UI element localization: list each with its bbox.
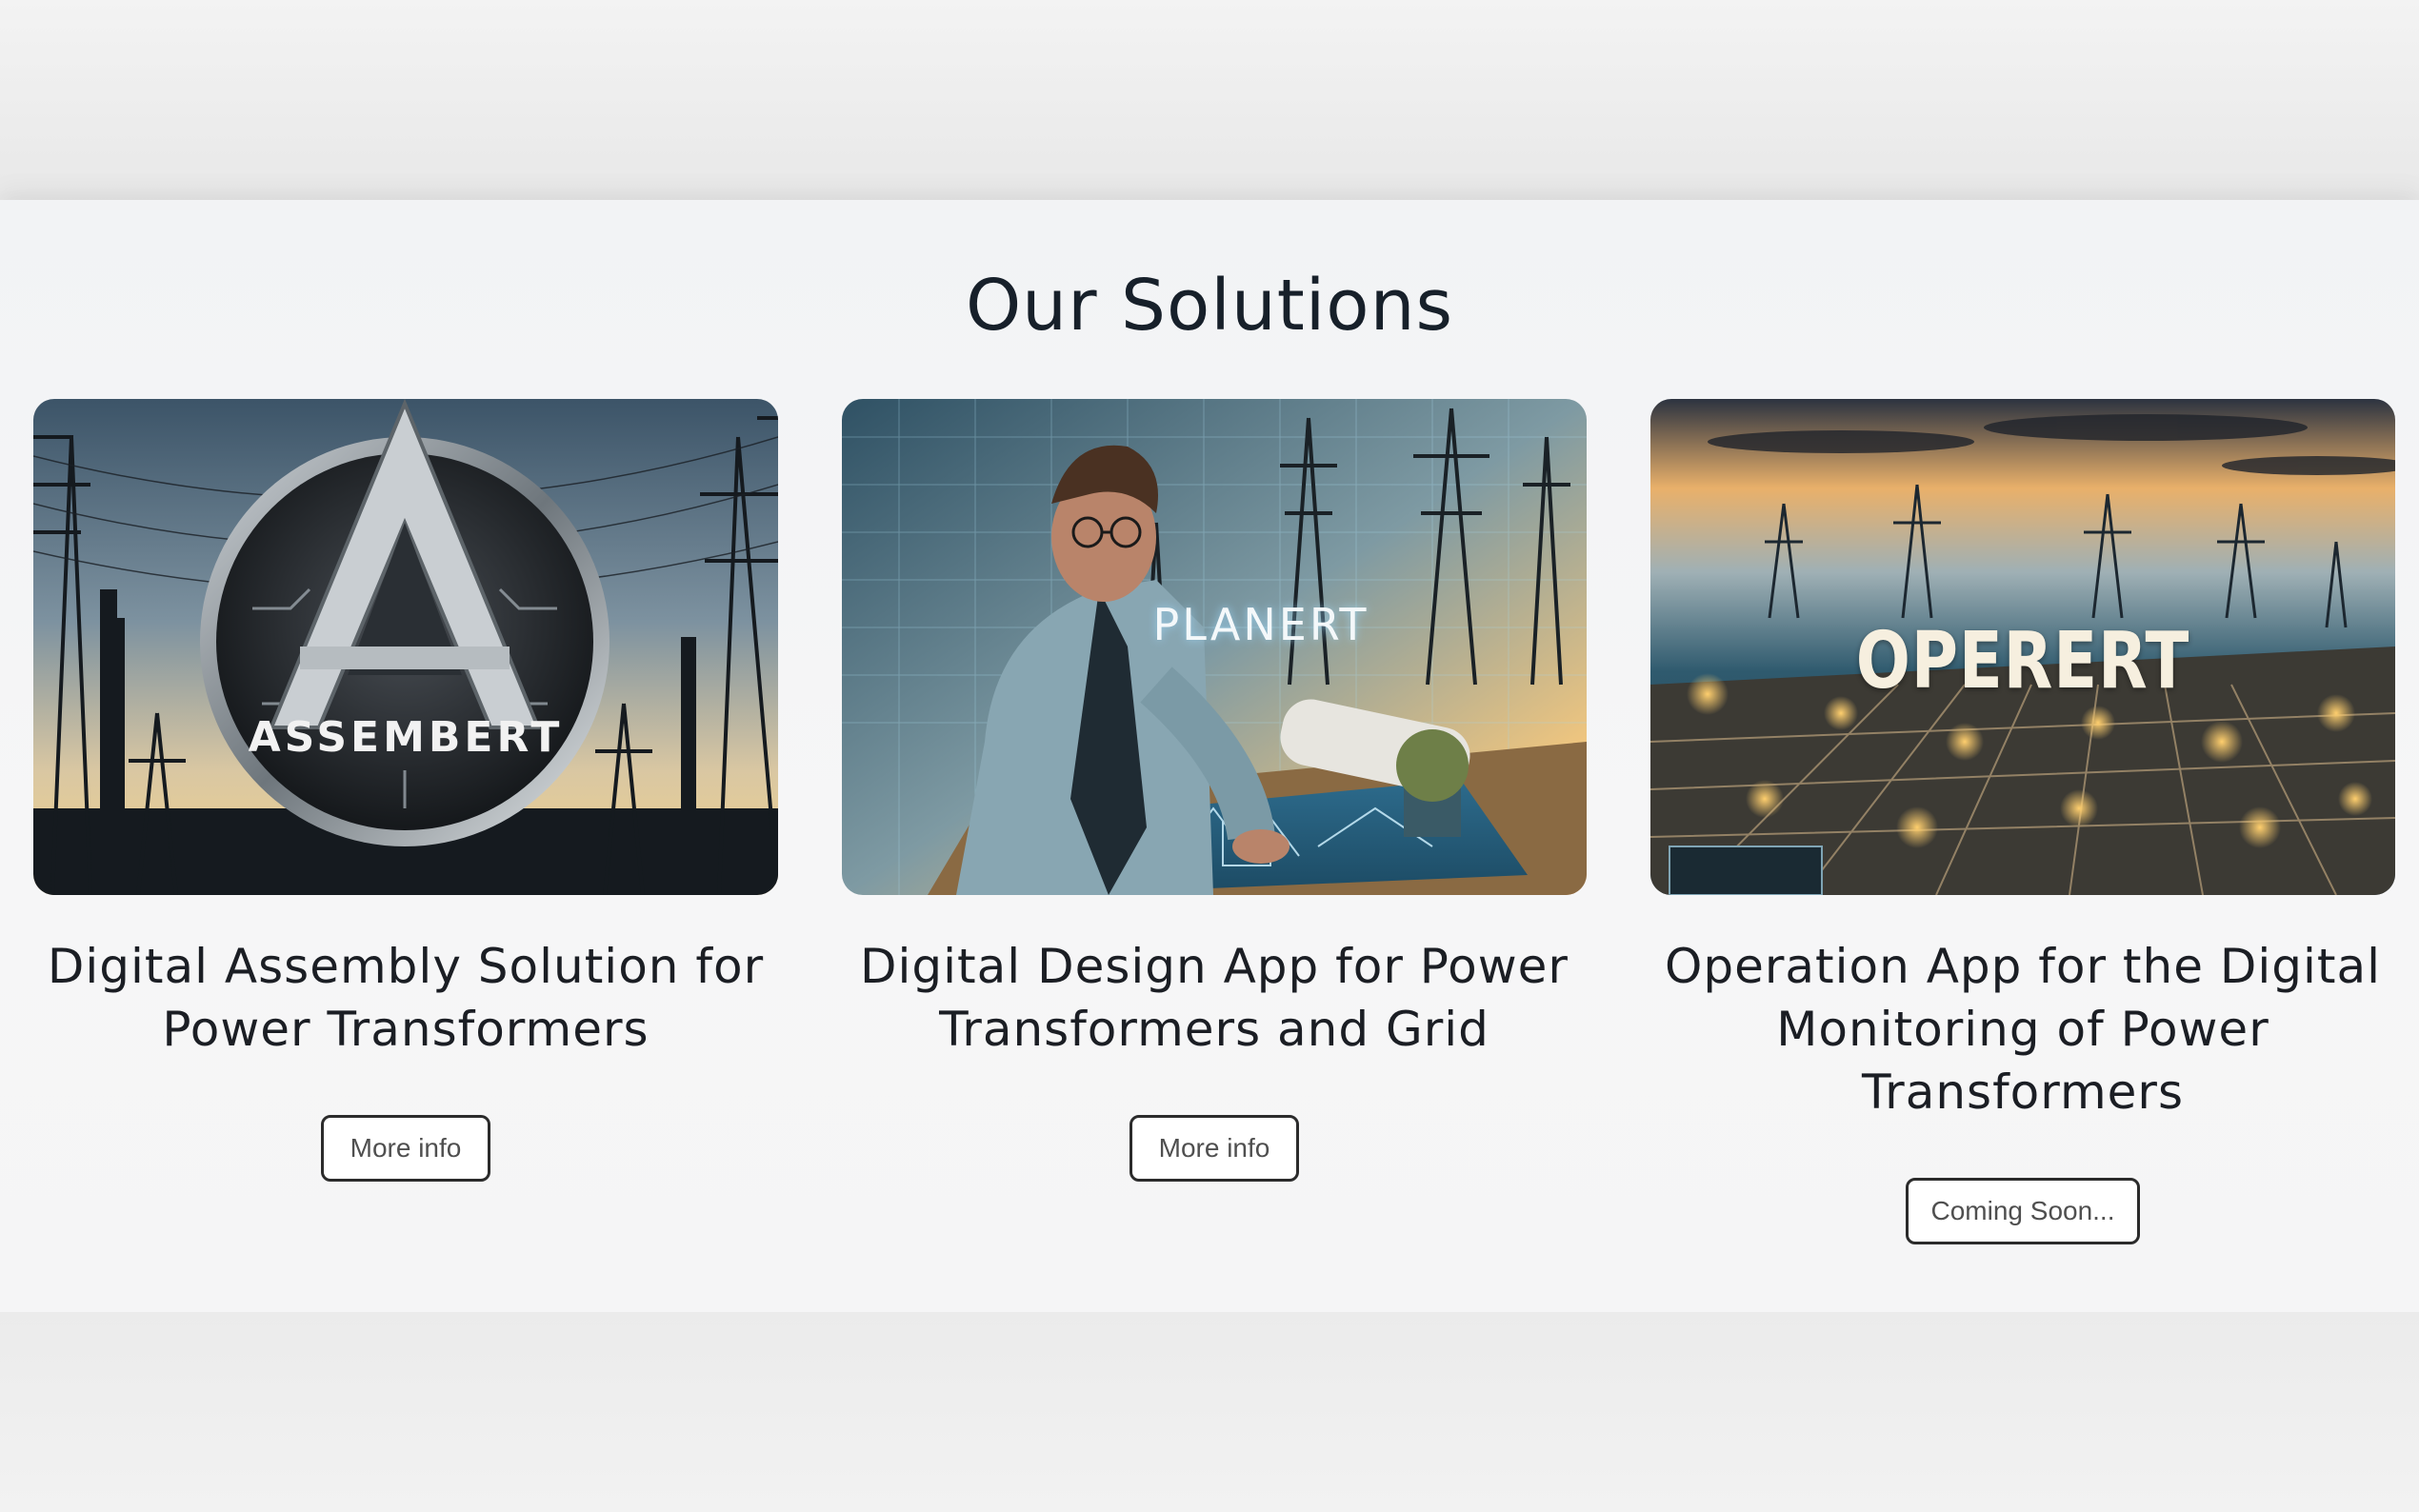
- assembert-logo-text: ASSEMBERT: [248, 713, 564, 762]
- bottom-band: [0, 1312, 2419, 1512]
- card-title: Operation App for the Digital Monitoring…: [1664, 939, 2382, 1120]
- more-info-button[interactable]: More info: [1130, 1115, 1299, 1182]
- operert-image[interactable]: OPERERT: [1650, 399, 2395, 895]
- operert-logo-text: OPERERT: [1855, 616, 2190, 706]
- more-info-button[interactable]: More info: [321, 1115, 490, 1182]
- coming-soon-button[interactable]: Coming Soon...: [1906, 1178, 2140, 1244]
- solution-card-planert: PLANERT Digital Design App for Power Tra…: [842, 399, 1587, 1182]
- planert-logo-text: PLANERT: [1152, 599, 1369, 650]
- assembert-image[interactable]: ASSEMBERT: [33, 399, 778, 895]
- section-title: Our Solutions: [965, 265, 1454, 347]
- page: Our Solutions ASSEMBERT Digital Assembly…: [0, 0, 2419, 1512]
- solution-card-assembert: ASSEMBERT Digital Assembly Solution for …: [33, 399, 778, 1182]
- solution-card-operert: OPERERT Operation App for the Digital Mo…: [1650, 399, 2395, 1244]
- planert-image[interactable]: PLANERT: [842, 399, 1587, 895]
- card-title: Digital Design App for Power Transformer…: [860, 939, 1569, 1057]
- top-band: [0, 0, 2419, 200]
- card-title: Digital Assembly Solution for Power Tran…: [47, 939, 765, 1057]
